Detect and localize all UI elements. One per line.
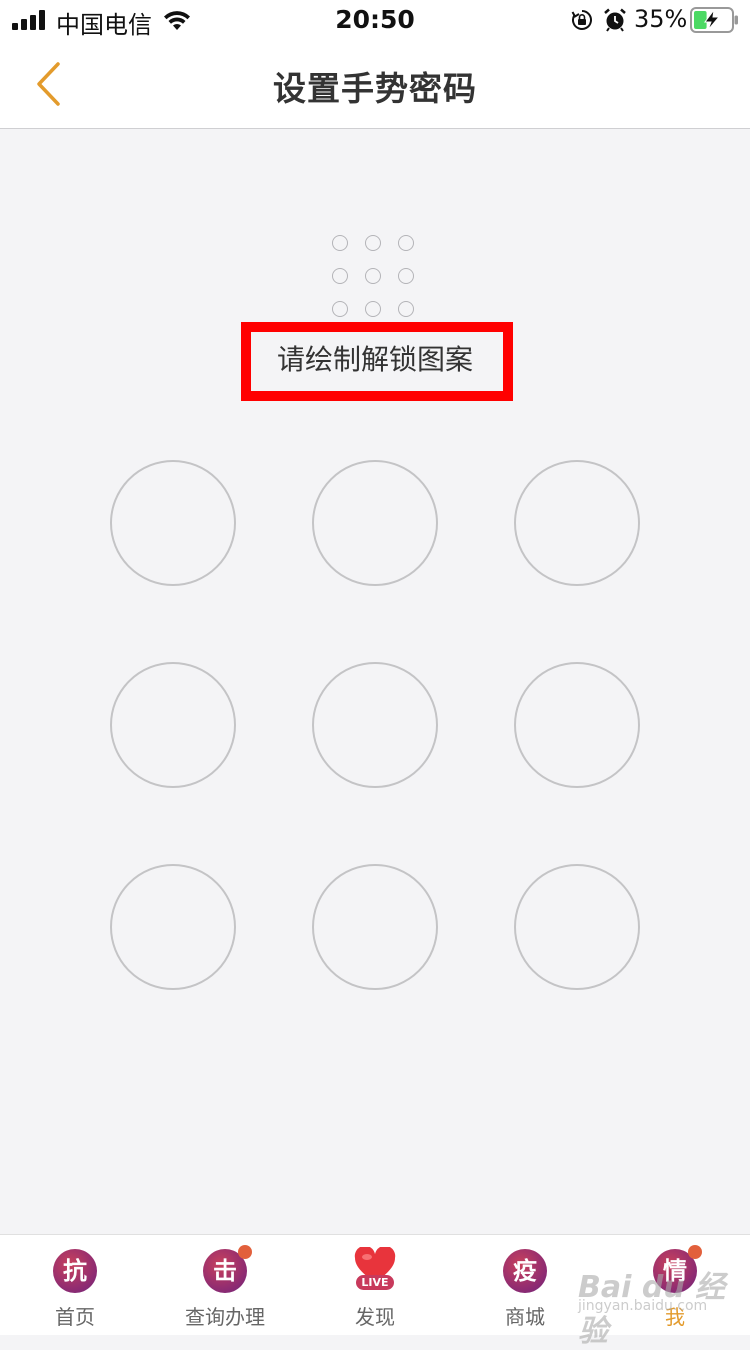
pattern-lock-grid[interactable] [0,0,750,1000]
notification-badge [238,1245,252,1259]
pattern-node[interactable] [110,864,236,990]
pattern-node[interactable] [312,662,438,788]
home-tab-icon: 抗 [53,1249,97,1293]
pattern-node[interactable] [312,460,438,586]
mall-tab-icon: 疫 [503,1249,547,1293]
pattern-node[interactable] [514,460,640,586]
watermark: Bai du 经验 jingyan.baidu.com [578,1262,728,1349]
pattern-node[interactable] [110,662,236,788]
pattern-node[interactable] [514,662,640,788]
pattern-node[interactable] [110,460,236,586]
notification-badge [688,1245,702,1259]
tab-label: 查询办理 [185,1305,265,1329]
tab-discover[interactable]: LIVE 发现 [300,1235,450,1335]
watermark-url: jingyan.baidu.com [578,1298,708,1314]
tab-home[interactable]: 抗 首页 [0,1235,150,1335]
live-badge: LIVE [356,1275,394,1290]
tab-label: 首页 [55,1305,95,1329]
pattern-node[interactable] [514,864,640,990]
tab-label: 发现 [355,1305,395,1329]
tab-query[interactable]: 击 查询办理 [150,1235,300,1335]
pattern-node[interactable] [312,864,438,990]
